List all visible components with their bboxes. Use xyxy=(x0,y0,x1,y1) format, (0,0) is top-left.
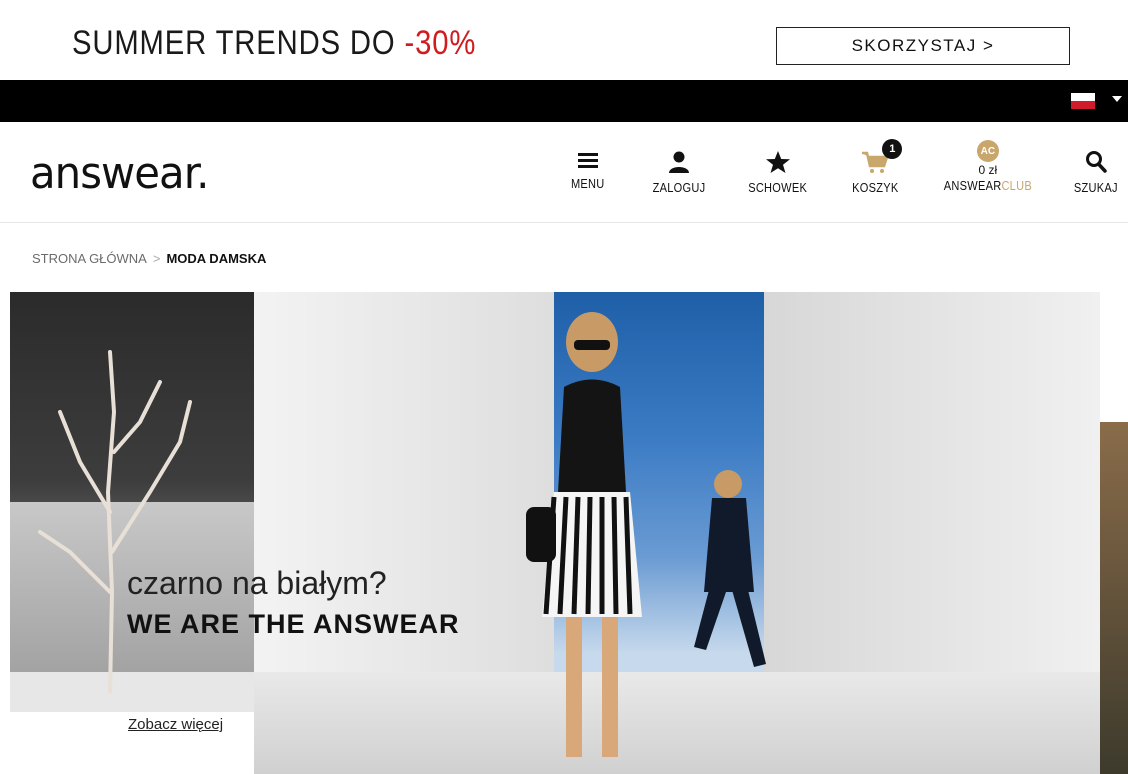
cart-count-badge: 1 xyxy=(882,139,903,159)
login-label: ZALOGUJ xyxy=(652,180,706,195)
menu-label: MENU xyxy=(570,176,605,191)
cart-label: KOSZYK xyxy=(852,180,899,195)
top-bar xyxy=(0,80,1128,122)
breadcrumb-separator: > xyxy=(152,251,161,266)
club-points-amount: 0 zł xyxy=(978,163,998,177)
bare-tree-image xyxy=(38,350,192,694)
logo[interactable]: answear. xyxy=(30,148,209,199)
promo-text-main: SUMMER TRENDS DO xyxy=(72,24,405,62)
see-more-link[interactable]: Zobacz więcej xyxy=(128,716,223,733)
answear-club-button[interactable]: AC 0 zł ANSWEARCLUB xyxy=(936,140,1040,193)
promo-button[interactable]: SKORZYSTAJ > xyxy=(776,27,1070,65)
hero-banner[interactable] xyxy=(0,292,1128,774)
chevron-down-icon[interactable] xyxy=(1112,96,1122,102)
search-button[interactable]: SZUKAJ xyxy=(1070,150,1122,195)
login-button[interactable]: ZALOGUJ xyxy=(648,150,710,195)
search-label: SZUKAJ xyxy=(1073,180,1118,195)
promo-discount: -30% xyxy=(404,24,477,62)
breadcrumb-current: MODA DAMSKA xyxy=(166,251,267,266)
hero-headline: czarno na białym? xyxy=(127,565,387,601)
hero-main-image xyxy=(254,292,1100,774)
site-header: answear. MENU ZALOGUJ SCHOWEK 1 KOSZYK A… xyxy=(0,122,1128,223)
promo-text: SUMMER TRENDS DO -30% xyxy=(72,24,476,63)
wishlist-button[interactable]: SCHOWEK xyxy=(743,150,812,195)
wishlist-label: SCHOWEK xyxy=(748,180,808,195)
menu-button[interactable]: MENU xyxy=(568,150,607,191)
hero-side-image-left xyxy=(10,292,254,712)
answear-club-label: ANSWEARCLUB xyxy=(943,178,1032,193)
hero-side-image-right xyxy=(1100,422,1128,774)
hero-subheadline: WE ARE THE ANSWEAR xyxy=(127,609,460,639)
poland-flag-icon[interactable] xyxy=(1071,93,1095,109)
star-icon xyxy=(765,151,790,173)
answear-club-icon: AC xyxy=(976,140,999,162)
user-icon xyxy=(669,151,690,173)
cart-button[interactable]: 1 KOSZYK xyxy=(848,139,903,195)
breadcrumb-home[interactable]: STRONA GŁÓWNA xyxy=(32,251,147,266)
breadcrumb: STRONA GŁÓWNA > MODA DAMSKA xyxy=(32,251,266,266)
models-photo xyxy=(526,312,766,757)
hamburger-menu-icon xyxy=(577,153,598,168)
promo-banner: SUMMER TRENDS DO -30% SKORZYSTAJ > xyxy=(0,0,1128,80)
search-icon xyxy=(1085,151,1107,173)
